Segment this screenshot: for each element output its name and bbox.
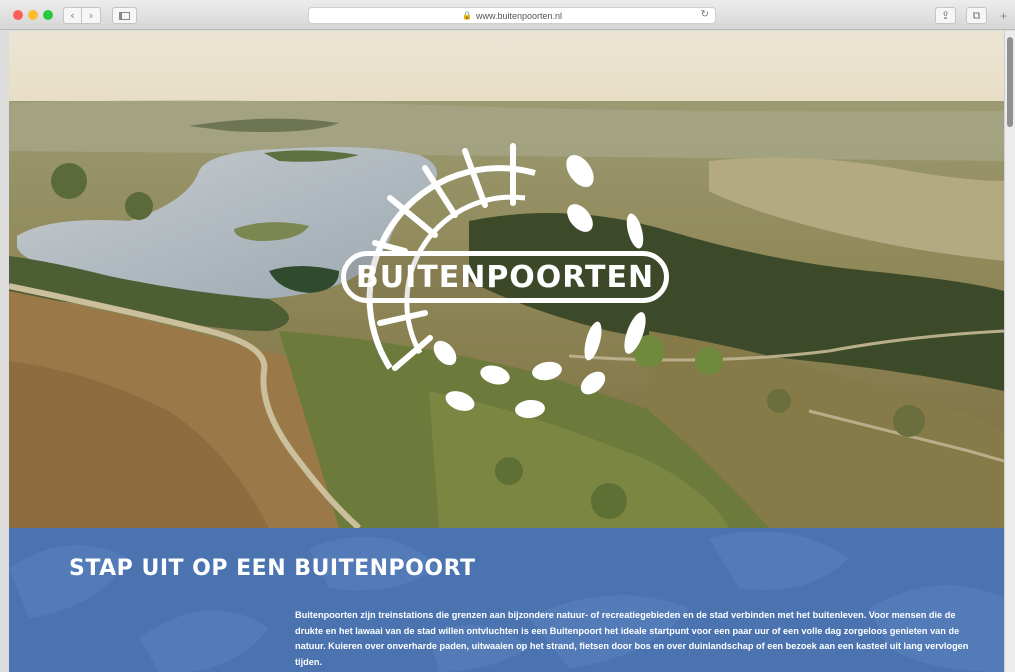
back-button[interactable]: ‹ — [63, 7, 82, 24]
browser-toolbar: ‹ › 🔒 www.buitenpoorten.nl ↻ ⇪ ⧉ + — [0, 0, 1015, 30]
intro-section: STAP UIT OP EEN BUITENPOORT Buitenpoorte… — [9, 528, 1004, 672]
buitenpoorten-logo[interactable]: BUITENPOORTEN — [335, 143, 675, 423]
show-tabs-button[interactable]: ⧉ — [966, 7, 987, 24]
tabs-icon: ⧉ — [972, 9, 981, 22]
sidebar-toggle-button[interactable] — [112, 7, 137, 24]
forward-button[interactable]: › — [82, 7, 101, 24]
hero-image: BUITENPOORTEN — [9, 31, 1004, 528]
page-viewport: BUITENPOORTEN STAP UIT OP EEN BUITENPOOR… — [9, 31, 1004, 672]
minimize-window-button[interactable] — [28, 10, 38, 20]
new-tab-button[interactable]: + — [1000, 9, 1007, 23]
scrollbar-thumb[interactable] — [1007, 37, 1013, 127]
logo-wordmark: BUITENPOORTEN — [341, 251, 669, 303]
address-bar[interactable]: 🔒 www.buitenpoorten.nl ↻ — [308, 7, 716, 24]
section-heading: STAP UIT OP EEN BUITENPOORT — [69, 556, 476, 581]
close-window-button[interactable] — [13, 10, 23, 20]
page-scrollbar[interactable] — [1004, 31, 1015, 672]
lock-icon: 🔒 — [461, 11, 472, 20]
chevron-left-icon: ‹ — [70, 9, 75, 22]
share-icon: ⇪ — [940, 9, 951, 22]
share-button[interactable]: ⇪ — [935, 7, 956, 24]
reload-icon[interactable]: ↻ — [701, 9, 709, 20]
chevron-right-icon: › — [88, 9, 94, 22]
url-text: www.buitenpoorten.nl — [475, 10, 563, 21]
intro-paragraph: Buitenpoorten zijn treinstations die gre… — [295, 610, 969, 667]
zoom-window-button[interactable] — [43, 10, 53, 20]
sidebar-icon — [119, 11, 130, 20]
